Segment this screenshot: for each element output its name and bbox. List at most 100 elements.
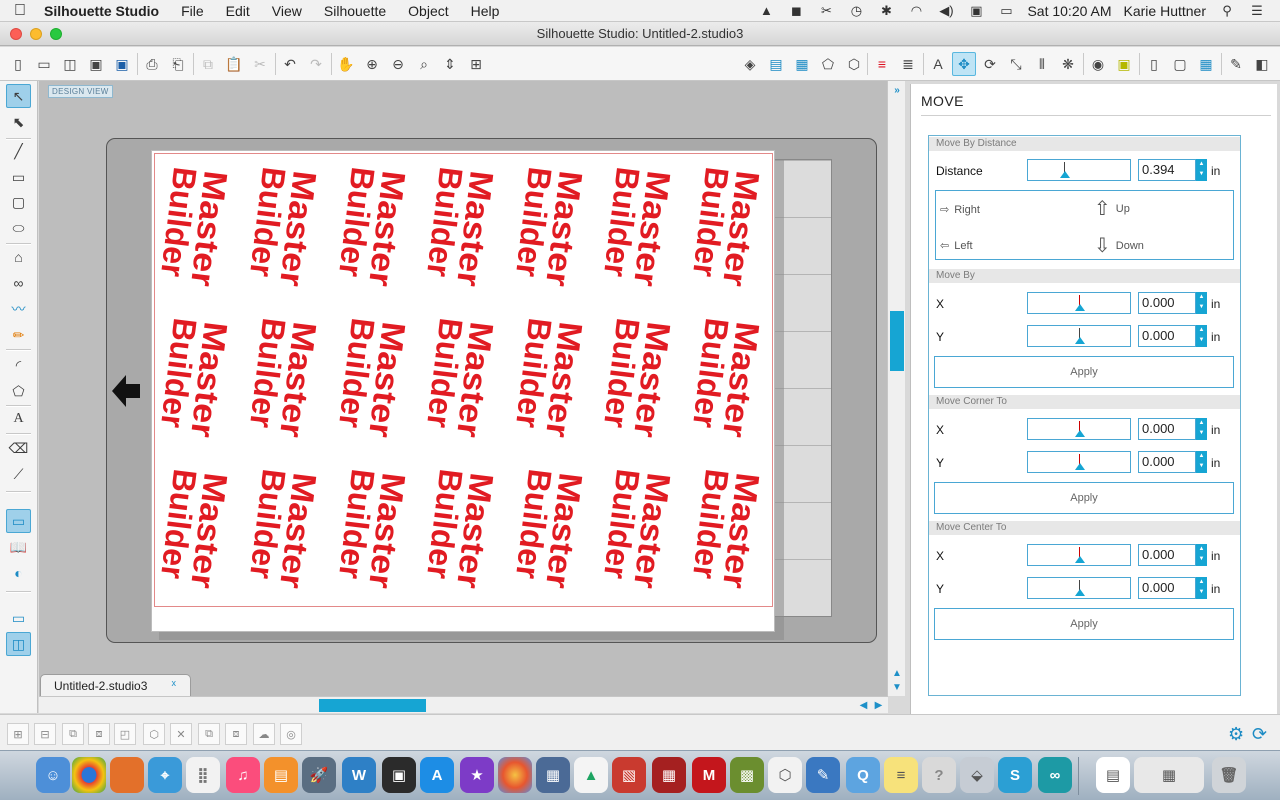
eraser-tool-icon[interactable]: ⌫: [6, 436, 31, 460]
polygon-tool-icon[interactable]: ⌂: [6, 245, 31, 269]
preview-icon[interactable]: ▧: [612, 757, 646, 793]
vlc-icon[interactable]: ▲: [757, 4, 775, 18]
panel-collapse-icon[interactable]: »: [890, 84, 904, 98]
distance-slider-handle[interactable]: [1060, 171, 1070, 178]
sketchup-icon[interactable]: ⬙: [960, 757, 994, 793]
trash-icon[interactable]: 🗑: [1212, 757, 1246, 793]
move-by-y-field[interactable]: 0.000: [1138, 325, 1196, 347]
offset-shape-icon[interactable]: ☁: [253, 723, 275, 745]
move-by-y-slider[interactable]: [1027, 325, 1131, 347]
safari-icon[interactable]: ⌖: [148, 757, 182, 793]
master-builder-text[interactable]: Master Builder: [509, 316, 590, 441]
vertical-scroll-thumb[interactable]: [890, 311, 904, 371]
cut-settings-icon[interactable]: ≣: [896, 52, 920, 76]
apple-icon[interactable]: : [0, 2, 40, 20]
mirror-icon[interactable]: ⧈: [225, 723, 247, 745]
design-view-icon[interactable]: ▭: [6, 509, 31, 533]
master-builder-text[interactable]: Master Builder: [597, 165, 678, 290]
notification-center-icon[interactable]: ☰: [1248, 4, 1266, 18]
move-down-button[interactable]: ⇩ Down: [1094, 233, 1144, 258]
master-builder-text[interactable]: Master Builder: [509, 165, 590, 290]
paste-icon[interactable]: 📋: [222, 52, 246, 76]
move-left-button[interactable]: ⇦ Left: [940, 239, 973, 253]
menu-edit[interactable]: Edit: [215, 3, 261, 19]
select-tool-icon[interactable]: ↖: [6, 84, 31, 108]
launchpad-icon[interactable]: 🚀: [302, 757, 336, 793]
scroll-right-icon[interactable]: ▶: [872, 699, 885, 712]
gradient-icon[interactable]: ▤: [764, 52, 788, 76]
weld-icon[interactable]: ⬡: [143, 723, 165, 745]
ibooks-icon[interactable]: ▤: [264, 757, 298, 793]
arc-tool-icon[interactable]: ◜: [6, 353, 31, 377]
align-icon[interactable]: ⫴: [1030, 52, 1054, 76]
zoom-in-icon[interactable]: ⊕: [360, 52, 384, 76]
launchpad-apps-icon[interactable]: ⣿: [186, 757, 220, 793]
corner-y-slider[interactable]: [1027, 451, 1131, 473]
minimize-window-button[interactable]: [30, 28, 42, 40]
menubar-user[interactable]: Karie Huttner: [1124, 3, 1206, 19]
trace-icon[interactable]: ◉: [1086, 52, 1110, 76]
itunes-icon[interactable]: ♫: [226, 757, 260, 793]
cube-app-icon[interactable]: ⬡: [768, 757, 802, 793]
master-builder-text[interactable]: Master Builder: [332, 165, 413, 290]
wifi-icon[interactable]: ◠: [907, 4, 925, 18]
center-y-field[interactable]: 0.000: [1138, 577, 1196, 599]
fit-to-page-icon[interactable]: ⊞: [464, 52, 488, 76]
line-color-icon[interactable]: ⬠: [816, 52, 840, 76]
grid-icon[interactable]: ▦: [1194, 52, 1218, 76]
photo-stack-icon[interactable]: ▦: [652, 757, 686, 793]
battery-icon[interactable]: ▭: [997, 4, 1015, 18]
move-transform-icon[interactable]: ✥: [952, 52, 976, 76]
line-tool-icon[interactable]: ╱: [6, 139, 31, 163]
settings-gear-icon[interactable]: ⚙: [1228, 724, 1244, 745]
page-setup-icon[interactable]: ≡: [870, 52, 894, 76]
library-view-icon[interactable]: 📖: [6, 535, 31, 559]
menubar-clock[interactable]: Sat 10:20 AM: [1027, 3, 1111, 19]
firefox-icon[interactable]: [110, 757, 144, 793]
corner-x-field[interactable]: 0.000: [1138, 418, 1196, 440]
quicktime-icon[interactable]: Q: [846, 757, 880, 793]
time-machine-icon[interactable]: ◷: [847, 4, 865, 18]
move-by-x-field[interactable]: 0.000: [1138, 292, 1196, 314]
text-tool-icon[interactable]: A: [6, 407, 31, 431]
app-store-icon[interactable]: A: [420, 757, 454, 793]
release-compound-icon[interactable]: ⧈: [88, 723, 110, 745]
rounded-rectangle-tool-icon[interactable]: ▢: [6, 190, 31, 214]
center-y-slider[interactable]: [1027, 577, 1131, 599]
single-panel-view-icon[interactable]: ▭: [6, 606, 31, 630]
app-status-icon[interactable]: ◼: [787, 4, 805, 18]
rotate-icon[interactable]: ⟳: [978, 52, 1002, 76]
photos-icon[interactable]: [498, 757, 532, 793]
bring-forward-icon[interactable]: ◰: [114, 723, 136, 745]
master-builder-text[interactable]: Master Builder: [154, 165, 235, 290]
master-builder-text[interactable]: Master Builder: [243, 316, 324, 441]
menu-file[interactable]: File: [170, 3, 215, 19]
fill-color-icon[interactable]: ◈: [738, 52, 762, 76]
move-by-x-stepper[interactable]: ▲ ▼: [1196, 292, 1207, 314]
zoom-out-icon[interactable]: ⊖: [386, 52, 410, 76]
master-builder-text[interactable]: Master Builder: [243, 467, 324, 592]
corner-y-stepper[interactable]: ▲ ▼: [1196, 451, 1207, 473]
duplicate-icon[interactable]: ⧉: [198, 723, 220, 745]
point-edit-tool-icon[interactable]: ⬉: [6, 110, 31, 134]
document-tab[interactable]: Untitled-2.studio3 x: [40, 674, 191, 696]
center-x-stepper[interactable]: ▲ ▼: [1196, 544, 1207, 566]
compound-path-icon[interactable]: ⧉: [62, 723, 84, 745]
pan-hand-icon[interactable]: ✋: [334, 52, 358, 76]
sync-icon[interactable]: ⟳: [1252, 724, 1267, 745]
move-by-apply-button[interactable]: Apply: [934, 356, 1234, 388]
save-to-library-icon[interactable]: ▣: [110, 52, 134, 76]
regular-polygon-tool-icon[interactable]: ⬠: [6, 379, 31, 403]
master-builder-text[interactable]: Master Builder: [420, 467, 501, 592]
unknown-app-icon[interactable]: ?: [922, 757, 956, 793]
library-icon[interactable]: ◫: [58, 52, 82, 76]
replicate-icon[interactable]: ❋: [1056, 52, 1080, 76]
scale-icon[interactable]: ⤡: [1004, 52, 1028, 76]
master-builder-text[interactable]: Master Builder: [154, 467, 235, 592]
print-icon[interactable]: ⎙: [140, 52, 164, 76]
master-builder-text[interactable]: Master Builder: [597, 467, 678, 592]
corner-x-slider[interactable]: [1027, 418, 1131, 440]
corner-x-stepper[interactable]: ▲ ▼: [1196, 418, 1207, 440]
send-to-silhouette-icon[interactable]: ⎗: [166, 52, 190, 76]
photo-booth-icon[interactable]: ▣: [382, 757, 416, 793]
